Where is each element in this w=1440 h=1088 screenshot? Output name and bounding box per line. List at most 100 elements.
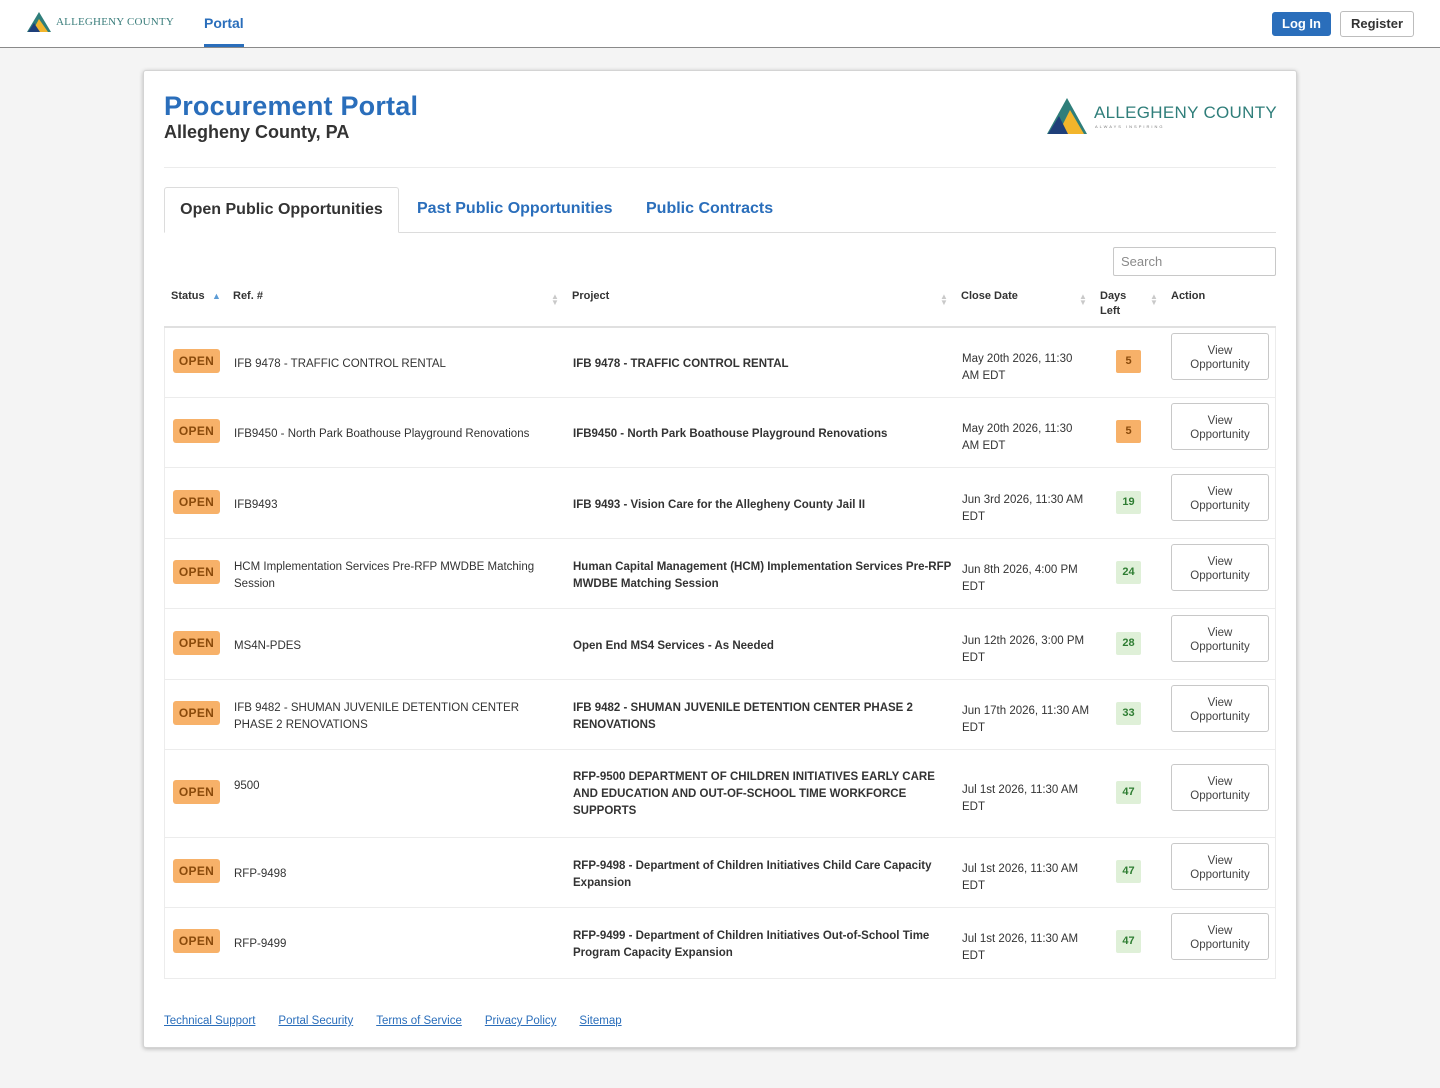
project-name: IFB 9493 - Vision Care for the Allegheny…	[573, 499, 866, 511]
ref-number: HCM Implementation Services Pre-RFP MWDB…	[234, 561, 535, 590]
status-badge: OPEN	[173, 560, 220, 584]
view-button-line2: Opportunity	[1190, 499, 1250, 512]
county-logo: ALLEGHENY COUNTY ALWAYS INSPIRING	[1046, 97, 1277, 135]
page-title: Procurement Portal	[164, 91, 419, 121]
days-left-badge: 47	[1116, 860, 1141, 883]
table-row: OPEN RFP-9499 RFP-9499 - Department of Chi…	[165, 908, 1275, 978]
brand-text: ALLEGHENY COUNTY	[56, 16, 174, 28]
view-button-line2: Opportunity	[1190, 569, 1250, 582]
sort-icon[interactable]: ▲ ▼	[940, 293, 948, 307]
register-button[interactable]: Register	[1340, 11, 1414, 37]
col-days-left-line2: Left	[1100, 305, 1121, 317]
close-date: Jun 8th 2026, 4:00 PM EDT	[962, 564, 1078, 593]
view-button-line1: View	[1207, 344, 1233, 357]
view-button-line2: Opportunity	[1190, 640, 1250, 653]
col-close-date[interactable]: Close Date	[961, 289, 1018, 304]
county-logo-icon	[1047, 98, 1087, 134]
ref-number: IFB 9478 - TRAFFIC CONTROL RENTAL	[234, 358, 446, 370]
view-button-line1: View	[1207, 626, 1233, 639]
days-left-badge: 47	[1116, 930, 1141, 953]
close-date: Jun 12th 2026, 3:00 PM EDT	[962, 635, 1085, 664]
view-opportunity-button[interactable]: View Opportunity	[1171, 333, 1269, 380]
days-left-badge: 28	[1116, 632, 1141, 655]
project-name: IFB 9478 - TRAFFIC CONTROL RENTAL	[573, 358, 789, 370]
col-status[interactable]: Status	[171, 289, 205, 304]
footer-link-sitemap[interactable]: Sitemap	[579, 1015, 621, 1027]
ref-number: RFP-9498	[234, 868, 287, 880]
view-opportunity-button[interactable]: View Opportunity	[1171, 685, 1269, 732]
status-badge: OPEN	[173, 859, 220, 883]
view-opportunity-button[interactable]: View Opportunity	[1171, 474, 1269, 521]
county-logo-icon	[27, 12, 51, 32]
footer-link-privacy[interactable]: Privacy Policy	[485, 1015, 557, 1027]
tab-past-opportunities[interactable]: Past Public Opportunities	[417, 187, 613, 233]
days-left-badge: 33	[1116, 702, 1141, 725]
county-logo-tagline: ALWAYS INSPIRING	[1095, 124, 1165, 129]
view-button-line1: View	[1207, 775, 1233, 788]
status-badge: OPEN	[173, 490, 220, 514]
table-row: OPEN RFP-9498 RFP-9498 - Department of Chi…	[165, 838, 1275, 908]
footer-links: Technical Support Portal Security Terms …	[164, 1015, 622, 1027]
sort-icon[interactable]: ▲ ▼	[1079, 293, 1087, 307]
search-input[interactable]	[1113, 247, 1276, 276]
close-date: May 20th 2026, 11:30 AM EDT	[962, 423, 1073, 452]
ref-number: IFB 9482 - SHUMAN JUVENILE DETENTION CEN…	[234, 702, 519, 731]
view-button-line2: Opportunity	[1190, 358, 1250, 371]
project-name: RFP-9500 DEPARTMENT OF CHILDREN INITIATI…	[573, 771, 935, 817]
view-opportunity-button[interactable]: View Opportunity	[1171, 403, 1269, 450]
view-opportunity-button[interactable]: View Opportunity	[1171, 764, 1269, 811]
view-button-line2: Opportunity	[1190, 710, 1250, 723]
project-name: Human Capital Management (HCM) Implement…	[573, 561, 952, 590]
close-date: May 20th 2026, 11:30 AM EDT	[962, 353, 1073, 382]
table-row: OPEN HCM Implementation Services Pre-RFP …	[165, 539, 1275, 609]
view-opportunity-button[interactable]: View Opportunity	[1171, 843, 1269, 890]
project-name: RFP-9499 - Department of Children Initia…	[573, 930, 930, 959]
table-row: OPEN IFB 9478 - TRAFFIC CONTROL RENTAL IFB…	[165, 328, 1275, 398]
status-badge: OPEN	[173, 780, 220, 804]
sort-icon[interactable]: ▲ ▼	[1150, 293, 1158, 307]
days-left-badge: 19	[1116, 491, 1141, 514]
brand-logo[interactable]: ALLEGHENY COUNTY	[26, 11, 174, 33]
status-badge: OPEN	[173, 419, 220, 443]
tab-public-contracts[interactable]: Public Contracts	[646, 187, 773, 233]
view-button-line1: View	[1207, 485, 1233, 498]
col-project[interactable]: Project	[572, 289, 609, 304]
nav-portal-link[interactable]: Portal	[204, 15, 244, 31]
footer-link-terms[interactable]: Terms of Service	[376, 1015, 462, 1027]
main-card: Procurement Portal Allegheny County, PA …	[143, 70, 1297, 1048]
table-row: OPEN MS4N-PDES Open End MS4 Services - As …	[165, 609, 1275, 680]
view-opportunity-button[interactable]: View Opportunity	[1171, 615, 1269, 662]
col-days-left[interactable]: Days Left	[1100, 289, 1126, 319]
view-opportunity-button[interactable]: View Opportunity	[1171, 544, 1269, 591]
footer-link-portal-security[interactable]: Portal Security	[278, 1015, 353, 1027]
col-action: Action	[1171, 290, 1206, 302]
status-badge: OPEN	[173, 631, 220, 655]
tab-open-opportunities[interactable]: Open Public Opportunities	[164, 187, 399, 233]
col-days-left-line1: Days	[1100, 290, 1127, 302]
table-body: OPEN IFB 9478 - TRAFFIC CONTROL RENTAL IFB…	[164, 328, 1276, 979]
sort-asc-icon[interactable]: ▲	[212, 291, 221, 301]
col-ref[interactable]: Ref. #	[233, 289, 263, 304]
ref-number: MS4N-PDES	[234, 640, 302, 652]
table-row: OPEN 9500 RFP-9500 DEPARTMENT OF CHILDREN …	[165, 750, 1275, 838]
login-button[interactable]: Log In	[1272, 12, 1331, 36]
sort-icon[interactable]: ▲ ▼	[551, 293, 559, 307]
nav-active-indicator	[204, 44, 244, 47]
view-button-line2: Opportunity	[1190, 938, 1250, 951]
view-button-line1: View	[1207, 555, 1233, 568]
view-opportunity-button[interactable]: View Opportunity	[1171, 913, 1269, 960]
footer-link-technical-support[interactable]: Technical Support	[164, 1015, 255, 1027]
table-row: OPEN IFB 9482 - SHUMAN JUVENILE DETENTION…	[165, 680, 1275, 750]
status-badge: OPEN	[173, 701, 220, 725]
view-button-line2: Opportunity	[1190, 789, 1250, 802]
table-header: Status ▲ Ref. # ▲ ▼ Project ▲ ▼ Close Date…	[164, 281, 1276, 328]
days-left-badge: 24	[1116, 561, 1141, 584]
close-date: Jul 1st 2026, 11:30 AM EDT	[962, 784, 1079, 813]
page-subtitle: Allegheny County, PA	[164, 122, 350, 142]
view-button-line1: View	[1207, 696, 1233, 709]
close-date: Jul 1st 2026, 11:30 AM EDT	[962, 863, 1079, 892]
days-left-badge: 5	[1116, 420, 1141, 443]
view-button-line2: Opportunity	[1190, 428, 1250, 441]
days-left-badge: 47	[1116, 781, 1141, 804]
close-date: Jul 1st 2026, 11:30 AM EDT	[962, 933, 1079, 962]
